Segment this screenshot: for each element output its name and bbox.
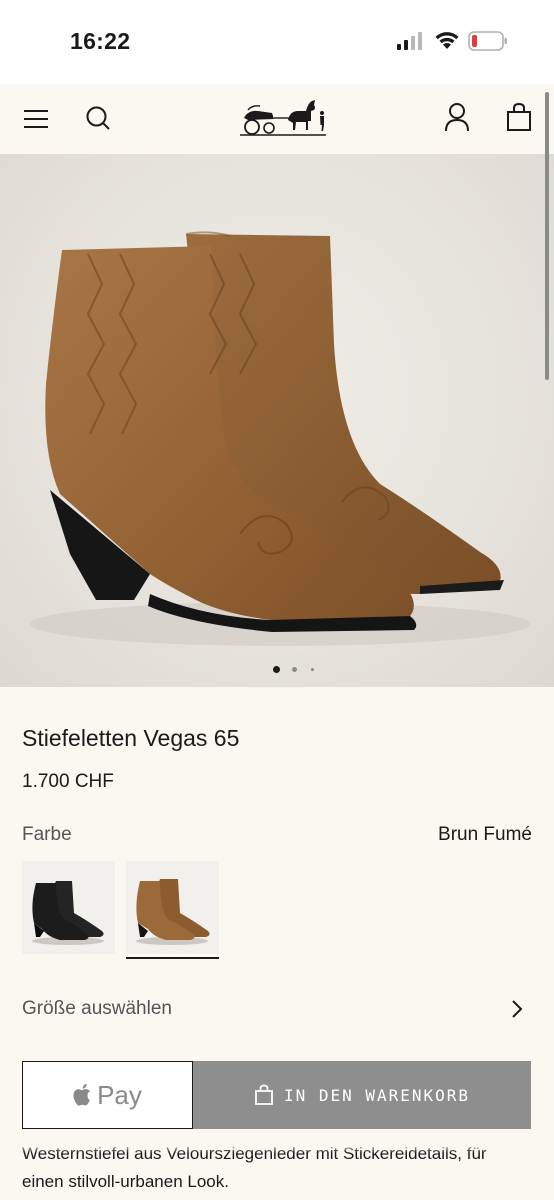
product-title: Stiefeletten Vegas 65 [22,725,240,751]
wifi-icon [435,32,459,49]
product-price: 1.700 CHF [22,771,114,792]
size-selector-label: Größe auswählen [22,998,172,1019]
color-label: Farbe [22,824,72,845]
selected-swatch-indicator [126,957,219,959]
black-boots-thumbnail [32,881,104,945]
app-header [0,84,554,154]
size-selector[interactable]: Größe auswählen [0,985,554,1033]
chevron-right-icon [512,1000,523,1018]
shopping-bag-icon[interactable] [505,102,533,132]
description-line-2: einen stilvoll-urbanen Look. [22,1172,229,1191]
shopping-bag-icon [255,1084,273,1105]
caleche-logo[interactable] [238,96,328,138]
cellular-signal-icon [397,32,422,50]
apple-pay-label: Pay [97,1079,142,1110]
status-bar: 16:22 [0,0,554,84]
color-swatch-black[interactable] [22,861,115,954]
add-to-cart-button[interactable]: IN DEN WARENKORB [193,1061,531,1129]
brown-boots-thumbnail [136,879,210,945]
page-scrollbar[interactable] [545,92,549,380]
apple-icon [73,1083,91,1106]
color-swatch-brun-fume[interactable] [126,861,219,954]
apple-pay-button[interactable]: Pay [22,1061,193,1129]
color-value: Brun Fumé [438,824,532,845]
description-fade [0,1131,554,1153]
carousel-dot[interactable] [292,667,297,672]
hamburger-icon[interactable] [22,105,50,133]
boots-illustration [30,231,530,646]
carousel-dot[interactable] [273,666,280,673]
search-icon[interactable] [84,104,112,132]
product-image[interactable] [0,154,554,687]
carousel-dot[interactable] [311,668,314,671]
battery-icon [468,31,507,51]
user-icon[interactable] [443,102,471,132]
add-to-cart-label: IN DEN WARENKORB [283,1085,471,1105]
carousel-pagination [0,662,554,676]
status-time: 16:22 [70,28,131,54]
